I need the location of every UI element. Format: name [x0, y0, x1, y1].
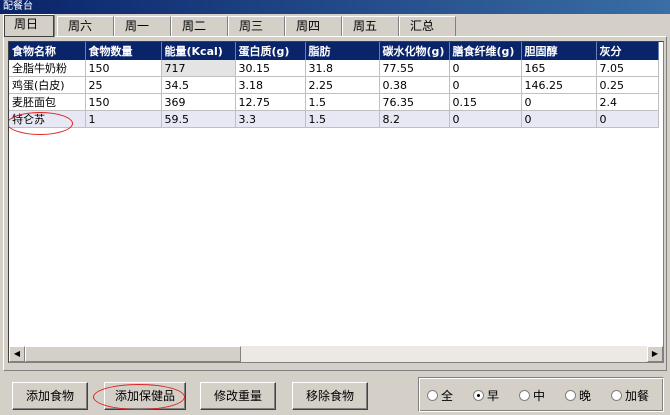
table-cell[interactable]: 3.18 — [235, 76, 306, 94]
radio-label: 中 — [533, 389, 546, 403]
radio-label: 加餐 — [625, 389, 650, 403]
table-cell[interactable]: 150 — [85, 60, 162, 77]
tab-tuesday[interactable]: 周二 — [171, 16, 228, 36]
tab-friday[interactable]: 周五 — [342, 16, 399, 36]
table-cell[interactable]: 0.25 — [596, 76, 659, 94]
table-cell[interactable]: 0 — [449, 60, 522, 77]
tab-wednesday[interactable]: 周三 — [228, 16, 285, 36]
table-cell[interactable]: 30.15 — [235, 60, 306, 77]
horizontal-scrollbar[interactable]: ◀ ▶ — [9, 346, 663, 362]
table-cell[interactable]: 2.4 — [596, 93, 659, 111]
table-cell[interactable]: 717 — [161, 60, 236, 77]
table-cell[interactable]: 34.5 — [161, 76, 236, 94]
table-cell[interactable]: 0 — [449, 110, 522, 128]
remove-food-button[interactable]: 移除食物 — [292, 382, 368, 410]
food-table: 食物名称 食物数量 能量(Kcal) 蛋白质(g) 脂肪 碳水化物(g) 膳食纤… — [9, 42, 659, 128]
radio-all[interactable]: 全 — [427, 389, 453, 403]
table-cell[interactable]: 麦胚面包 — [9, 93, 86, 111]
scroll-left-icon[interactable]: ◀ — [9, 346, 25, 362]
radio-dot-icon — [519, 390, 530, 401]
table-row[interactable]: 鸡蛋(白皮) 25 34.5 3.18 2.25 0.38 0 146.25 0… — [9, 76, 659, 94]
col-cholesterol[interactable]: 胆固醇 — [521, 42, 597, 60]
col-energy[interactable]: 能量(Kcal) — [161, 42, 236, 60]
table-cell[interactable]: 76.35 — [379, 93, 450, 111]
table-cell[interactable]: 0 — [449, 76, 522, 94]
col-ash[interactable]: 灰分 — [596, 42, 659, 60]
radio-extra-meal[interactable]: 加餐 — [611, 389, 649, 403]
col-quantity[interactable]: 食物数量 — [85, 42, 162, 60]
tab-summary[interactable]: 汇总 — [399, 16, 456, 36]
radio-label: 晚 — [579, 389, 592, 403]
table-header: 食物名称 食物数量 能量(Kcal) 蛋白质(g) 脂肪 碳水化物(g) 膳食纤… — [9, 42, 659, 60]
table-cell[interactable]: 25 — [85, 76, 162, 94]
table-cell[interactable]: 0 — [596, 110, 659, 128]
table-cell[interactable]: 0 — [521, 93, 597, 111]
table-cell[interactable]: 鸡蛋(白皮) — [9, 76, 86, 94]
col-fat[interactable]: 脂肪 — [305, 42, 380, 60]
radio-label: 全 — [441, 389, 454, 403]
window-title: 配餐台 — [0, 0, 670, 14]
tab-panel: 食物名称 食物数量 能量(Kcal) 蛋白质(g) 脂肪 碳水化物(g) 膳食纤… — [3, 36, 667, 371]
table-cell[interactable]: 77.55 — [379, 60, 450, 77]
table-cell[interactable]: 全脂牛奶粉 — [9, 60, 86, 77]
table-cell[interactable]: 2.25 — [305, 76, 380, 94]
col-fiber[interactable]: 膳食纤维(g) — [449, 42, 522, 60]
add-food-button[interactable]: 添加食物 — [12, 382, 88, 410]
table-cell[interactable]: 1 — [85, 110, 162, 128]
scroll-thumb[interactable] — [25, 346, 241, 362]
table-cell[interactable]: 7.05 — [596, 60, 659, 77]
table-cell[interactable]: 8.2 — [379, 110, 450, 128]
radio-label: 早 — [487, 389, 500, 403]
table-cell[interactable]: 3.3 — [235, 110, 306, 128]
table-row-selected[interactable]: 特仑苏 1 59.5 3.3 1.5 8.2 0 0 0 — [9, 110, 659, 128]
radio-dot-icon — [427, 390, 438, 401]
table-cell[interactable]: 146.25 — [521, 76, 597, 94]
radio-dinner[interactable]: 晚 — [565, 389, 591, 403]
table-cell[interactable]: 0.15 — [449, 93, 522, 111]
tab-monday[interactable]: 周一 — [114, 16, 171, 36]
food-grid[interactable]: 食物名称 食物数量 能量(Kcal) 蛋白质(g) 脂肪 碳水化物(g) 膳食纤… — [8, 41, 664, 363]
col-protein[interactable]: 蛋白质(g) — [235, 42, 306, 60]
radio-dot-selected-icon — [473, 390, 484, 401]
table-cell[interactable]: 150 — [85, 93, 162, 111]
table-cell[interactable]: 59.5 — [161, 110, 236, 128]
meal-radio-group: 全 早 中 晚 加餐 — [418, 377, 664, 412]
diet-window: 配餐台 周日 周六 周一 周二 周三 周四 周五 汇总 食物名称 食物数量 能量… — [0, 0, 670, 415]
radio-dot-icon — [565, 390, 576, 401]
table-row[interactable]: 全脂牛奶粉 150 717 30.15 31.8 77.55 0 165 7.0… — [9, 60, 659, 77]
add-health-product-button[interactable]: 添加保健品 — [104, 382, 186, 410]
table-row[interactable]: 麦胚面包 150 369 12.75 1.5 76.35 0.15 0 2.4 — [9, 93, 659, 111]
modify-weight-button[interactable]: 修改重量 — [200, 382, 276, 410]
radio-lunch[interactable]: 中 — [519, 389, 545, 403]
table-cell[interactable]: 1.5 — [305, 93, 380, 111]
radio-dot-icon — [611, 390, 622, 401]
table-cell[interactable]: 特仑苏 — [9, 110, 86, 128]
table-cell[interactable]: 1.5 — [305, 110, 380, 128]
tab-saturday[interactable]: 周六 — [57, 16, 114, 36]
table-cell[interactable]: 0.38 — [379, 76, 450, 94]
table-cell[interactable]: 165 — [521, 60, 597, 77]
table-cell[interactable]: 0 — [521, 110, 597, 128]
radio-breakfast[interactable]: 早 — [473, 389, 499, 403]
scroll-right-icon[interactable]: ▶ — [647, 346, 663, 362]
table-cell[interactable]: 31.8 — [305, 60, 380, 77]
table-cell[interactable]: 12.75 — [235, 93, 306, 111]
col-carbs[interactable]: 碳水化物(g) — [379, 42, 450, 60]
tab-sunday[interactable]: 周日 — [3, 14, 55, 37]
day-tabs: 周日 周六 周一 周二 周三 周四 周五 汇总 — [3, 14, 667, 37]
table-cell[interactable]: 369 — [161, 93, 236, 111]
col-food-name[interactable]: 食物名称 — [9, 42, 86, 60]
tab-thursday[interactable]: 周四 — [285, 16, 342, 36]
